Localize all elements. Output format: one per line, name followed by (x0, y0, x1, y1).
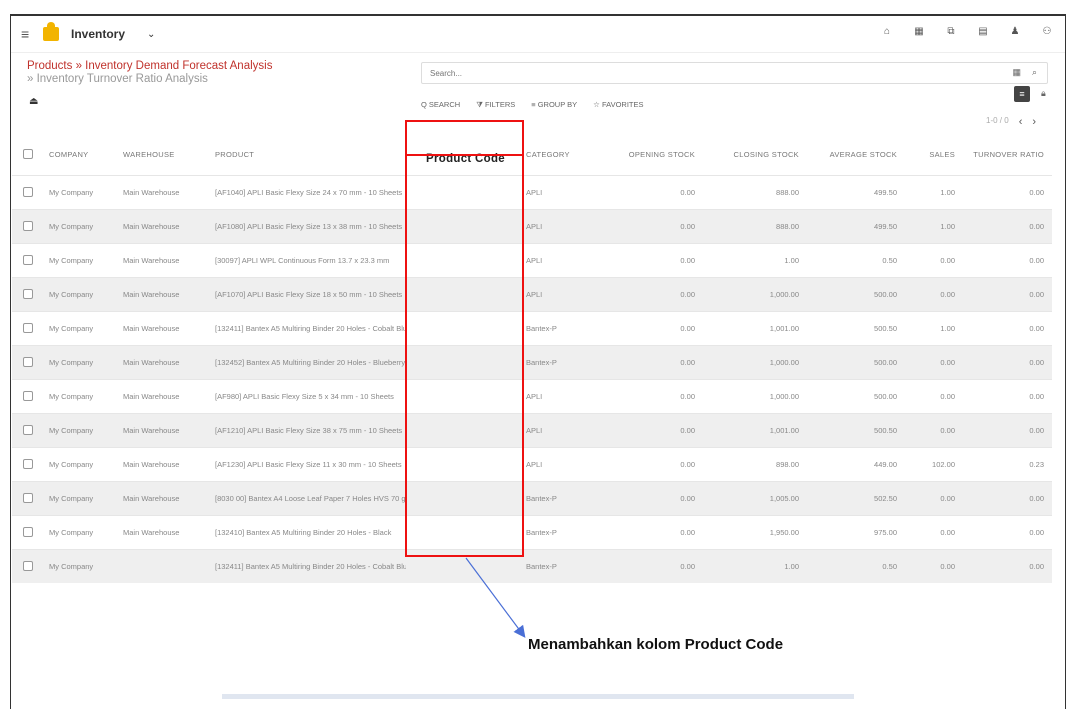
annotation-arrow (465, 557, 526, 638)
annotation-caption: Menambahkan kolom Product Code (528, 636, 784, 653)
bottom-scrollbar[interactable] (222, 694, 854, 699)
